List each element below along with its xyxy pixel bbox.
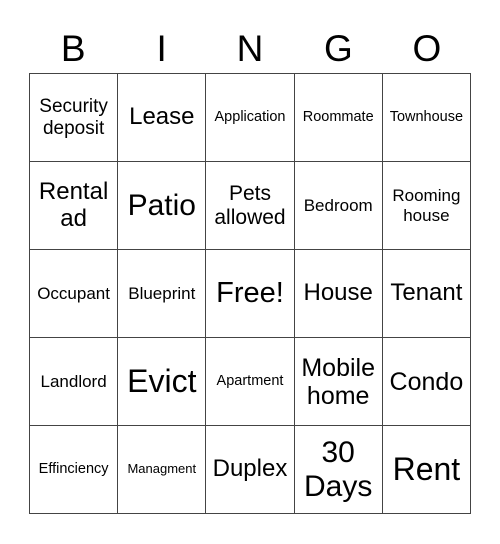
bingo-cell-label: Townhouse — [389, 109, 464, 126]
bingo-cell-label: Patio — [127, 188, 196, 222]
bingo-cell[interactable]: Managment — [118, 426, 207, 514]
bingo-cell-label: Evict — [127, 362, 197, 399]
bingo-cell-label: Rental ad — [38, 177, 109, 232]
bingo-cell[interactable]: Rooming house — [382, 162, 471, 250]
bingo-header: B I N G O — [29, 26, 471, 72]
bingo-cell[interactable]: Patio — [118, 162, 207, 250]
bingo-cell[interactable]: 30 Days — [294, 426, 383, 514]
bingo-cell[interactable]: Rent — [382, 426, 471, 514]
bingo-cell-label: Security deposit — [39, 96, 108, 139]
bingo-cell-label: Lease — [129, 103, 195, 131]
bingo-cell[interactable]: Duplex — [206, 426, 295, 514]
bingo-cell[interactable]: Pets allowed — [206, 162, 295, 250]
bingo-cell-label: Rooming house — [392, 186, 461, 225]
bingo-cell[interactable]: Tenant — [382, 250, 471, 338]
bingo-cell[interactable]: Bedroom — [294, 162, 383, 250]
bingo-cell-label: Pets allowed — [214, 181, 286, 229]
bingo-cell[interactable]: Lease — [118, 74, 207, 162]
bingo-cell-label: Apartment — [216, 373, 284, 390]
bingo-cell[interactable]: Application — [206, 74, 295, 162]
bingo-cell-label: 30 Days — [304, 435, 373, 503]
bingo-cell-label: Application — [214, 109, 286, 126]
bingo-cell-label: Tenant — [390, 279, 463, 307]
bingo-cell[interactable]: Security deposit — [30, 74, 119, 162]
bingo-cell[interactable]: Mobile home — [294, 338, 383, 426]
bingo-cell[interactable]: Condo — [382, 338, 471, 426]
bingo-cell-label: Managment — [127, 461, 197, 477]
header-letter-n: N — [236, 28, 264, 69]
bingo-cell-label: Landlord — [40, 371, 107, 391]
bingo-cell[interactable]: Free! — [206, 250, 295, 338]
bingo-grid: Security deposit Lease Application Roommate… — [29, 73, 471, 514]
bingo-cell[interactable]: Townhouse — [382, 74, 471, 162]
header-letter-o: O — [412, 28, 442, 69]
header-letter-b: B — [60, 28, 86, 69]
bingo-cell[interactable]: Apartment — [206, 338, 295, 426]
bingo-cell-label: Effinciency — [38, 461, 109, 478]
bingo-cell[interactable]: Landlord — [30, 338, 119, 426]
bingo-cell-label: Rent — [392, 450, 461, 487]
bingo-cell-label: Duplex — [212, 455, 288, 483]
bingo-cell-label: Condo — [389, 367, 464, 396]
bingo-cell-label: Blueprint — [128, 283, 196, 303]
bingo-cell-label: Occupant — [37, 283, 110, 303]
bingo-cell[interactable]: Rental ad — [30, 162, 119, 250]
bingo-cell-label: Roommate — [302, 109, 374, 126]
header-letter-i: I — [156, 28, 167, 69]
bingo-cell[interactable]: Effinciency — [30, 426, 119, 514]
bingo-cell[interactable]: Blueprint — [118, 250, 207, 338]
bingo-cell-label: Bedroom — [303, 195, 373, 215]
bingo-cell[interactable]: Occupant — [30, 250, 119, 338]
bingo-cell-label: House — [303, 279, 373, 307]
bingo-cell-label: Free! — [216, 277, 284, 310]
bingo-cell[interactable]: House — [294, 250, 383, 338]
bingo-cell-label: Mobile home — [301, 353, 376, 410]
header-letter-g: G — [324, 28, 353, 69]
bingo-cell[interactable]: Evict — [118, 338, 207, 426]
bingo-cell[interactable]: Roommate — [294, 74, 383, 162]
